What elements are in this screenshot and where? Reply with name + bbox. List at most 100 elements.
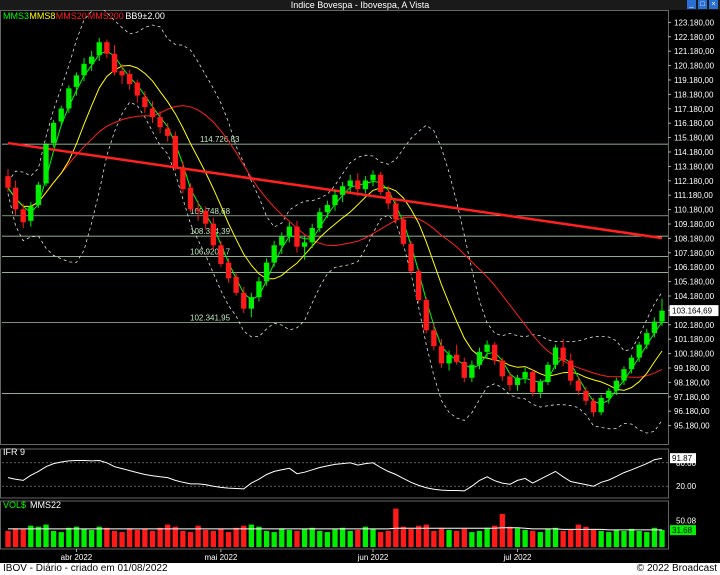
volume-ref-label: 50.08	[676, 516, 697, 525]
candle-body	[469, 364, 475, 378]
candle-body	[621, 369, 627, 381]
volume-bar	[332, 529, 338, 547]
candle-body	[636, 344, 642, 358]
price-chart[interactable]: MMS3 MMS8 MMS20 MMS200 BB9±2.00 114.726,8310…	[0, 10, 720, 563]
volume-bar	[233, 527, 239, 547]
candle-body	[651, 321, 658, 334]
volume-bar	[370, 528, 376, 547]
volume-panel: VOL$ MMS22 50.0831.68	[3, 500, 697, 547]
volume-bar	[149, 531, 156, 547]
price-tick-label: 99.180,00	[674, 364, 710, 373]
price-tick-label: 97.180,00	[674, 393, 710, 402]
month-label: abr 2022	[61, 553, 93, 562]
candle-body	[172, 135, 178, 168]
candle-body	[408, 243, 414, 272]
volume-ma-label: MMS22	[30, 500, 61, 510]
volume-bar	[507, 526, 513, 547]
volume-bar	[362, 526, 369, 547]
price-tick-label: 106.180,00	[674, 263, 715, 272]
candle-body	[149, 108, 156, 118]
candle-body	[317, 212, 323, 229]
price-tick-label: 121.180,00	[674, 47, 715, 56]
volume-bar	[172, 526, 178, 547]
footer-left: IBOV - Diário - criado em 01/08/2022	[3, 563, 168, 574]
candle-body	[362, 180, 369, 190]
maximize-icon[interactable]: □	[698, 0, 707, 9]
volume-bar	[431, 531, 437, 547]
candle-body	[35, 184, 42, 205]
volume-bar	[659, 529, 665, 547]
volume-bar	[446, 529, 452, 547]
price-tick-label: 107.180,00	[674, 249, 715, 258]
close-icon[interactable]: ×	[709, 0, 718, 9]
candle-body	[530, 372, 536, 393]
volume-bar	[461, 528, 467, 547]
volume-bar	[157, 527, 163, 547]
volume-bar	[568, 529, 574, 547]
price-tick-label: 102.180,00	[674, 321, 715, 330]
candle-body	[73, 75, 80, 87]
candle-body	[248, 297, 255, 309]
price-tick-label: 101.180,00	[674, 335, 715, 344]
volume-bar	[545, 528, 551, 547]
candle-body	[5, 176, 11, 188]
candle-body	[241, 292, 247, 309]
price-tick-label: 115.180,00	[674, 134, 714, 143]
volume-bar	[263, 531, 270, 547]
candle-body	[568, 360, 574, 381]
volume-bar	[248, 524, 255, 547]
volume-bar	[88, 529, 95, 547]
candlesticks	[5, 37, 665, 417]
volume-bar	[20, 529, 26, 547]
volume-bar	[552, 527, 559, 547]
candle-body	[134, 82, 140, 96]
volume-bar	[165, 524, 171, 547]
volume-bar	[415, 525, 422, 547]
candle-body	[66, 88, 72, 109]
volume-bar	[499, 513, 505, 547]
price-tick-label: 122.180,00	[674, 33, 715, 42]
bb-upper	[7, 10, 663, 352]
chart-legend: MMS3 MMS8 MMS20 MMS200 BB9±2.00	[3, 11, 165, 21]
candle-body	[279, 236, 285, 246]
candle-body	[225, 262, 232, 279]
level-label: 102.341,95	[190, 313, 231, 322]
candle-body	[81, 63, 87, 76]
candle-body	[43, 144, 49, 184]
candle-body	[195, 209, 201, 211]
volume-bar	[309, 527, 315, 547]
last-price-label: 103.164,69	[672, 307, 713, 316]
volume-bar	[598, 531, 604, 547]
level-label: 108.334,39	[190, 227, 231, 236]
ifr-label: IFR 9	[3, 447, 25, 457]
month-label: jun 2022	[357, 553, 389, 562]
price-tick-label: 111.180,00	[674, 191, 713, 200]
price-tick-label: 119.180,00	[674, 76, 714, 85]
volume-bar	[203, 529, 209, 547]
candle-body	[50, 122, 57, 144]
candle-body	[385, 192, 391, 204]
candle-body	[119, 71, 125, 76]
support-resistance-levels: 114.726,83109.748,68108.334,39106.920,17…	[2, 135, 668, 394]
ifr-last-label: 91.87	[672, 454, 693, 463]
volume-bar	[50, 531, 57, 547]
candle-body	[233, 276, 239, 293]
legend-item: BB9±2.00	[125, 11, 164, 21]
price-axis: 123.180,00 122.180,00 121.180,00 120.180,00…	[668, 18, 719, 431]
window-title: Indice Bovespa - Ibovespa, A Vista	[290, 0, 430, 10]
bollinger-bands	[7, 10, 663, 434]
window-titlebar: Indice Bovespa - Ibovespa, A Vista _ □ ×	[0, 0, 720, 10]
volume-bar	[492, 525, 498, 547]
minimize-icon[interactable]: _	[687, 0, 696, 9]
volume-bar	[385, 531, 391, 547]
status-footer: IBOV - Diário - criado em 01/08/2022 © 2…	[0, 563, 720, 575]
volume-bar	[560, 531, 566, 547]
volume-bar	[96, 526, 102, 547]
candle-body	[104, 42, 110, 54]
price-tick-label: 112.180,00	[674, 177, 714, 186]
volume-bar	[142, 528, 148, 547]
candle-body	[20, 209, 26, 223]
volume-bar	[317, 531, 323, 547]
candle-body	[210, 223, 216, 246]
candle-body	[507, 376, 513, 385]
